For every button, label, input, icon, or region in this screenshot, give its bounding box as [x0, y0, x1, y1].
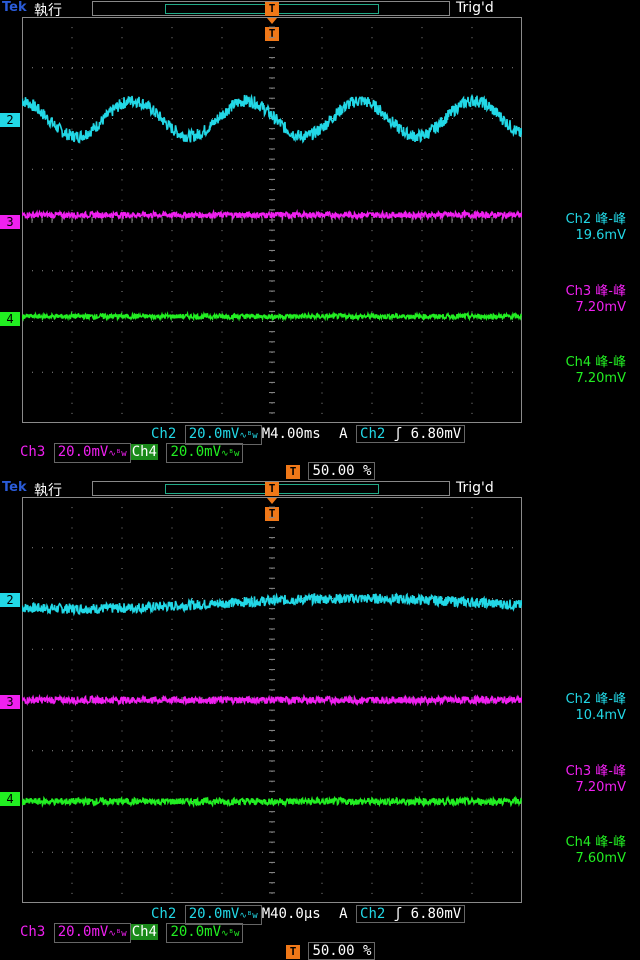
scope-screen-2: Tek 執行 Trig'd T T 2 3 4 Ch2 峰-峰 10.4mV C… [0, 480, 640, 960]
meas-ch3: Ch3 峰-峰 7.20mV [528, 764, 640, 796]
ch2-scale: 20.0mV∿ᴮw [184, 905, 262, 925]
trigger-pos-icon: T [286, 945, 300, 959]
trigger-mode: A [339, 426, 348, 442]
timebase: M4.00ms [261, 426, 321, 442]
meas-value: 7.20mV [575, 371, 626, 386]
trace-ch3 [22, 208, 522, 221]
ch2-scale: 20.0mV∿ᴮw [184, 425, 262, 445]
ch4-scale: 20.0mV∿ᴮw [166, 443, 244, 463]
trigger-source: Ch2 ʃ 6.80mV [356, 425, 466, 443]
meas-value: 10.4mV [575, 708, 626, 723]
ch3-ground-marker: 3 [0, 695, 20, 709]
trigger-position-icon: T [265, 482, 279, 496]
meas-label: Ch2 峰-峰 [565, 692, 626, 707]
trigger-source: Ch2 ʃ 6.80mV [356, 905, 466, 923]
meas-label: Ch4 峰-峰 [565, 355, 626, 370]
graticule [22, 17, 522, 423]
trace-ch2 [22, 93, 522, 145]
meas-ch3: Ch3 峰-峰 7.20mV [528, 284, 640, 316]
meas-value: 7.20mV [575, 780, 626, 795]
waveform-graticule [22, 17, 522, 423]
status-line-1: Ch2 20.0mV∿ᴮw M4.00ms A Ch2 ʃ 6.80mV [151, 425, 466, 445]
meas-label: Ch3 峰-峰 [565, 284, 626, 299]
trigger-pos-icon: T [286, 465, 300, 479]
status-line-1: Ch2 20.0mV∿ᴮw M40.0µs A Ch2 ʃ 6.80mV [151, 905, 466, 925]
ch2-ground-marker: 2 [0, 593, 20, 607]
trigger-status: Trig'd [456, 480, 494, 496]
brand-logo: Tek [2, 0, 27, 15]
trigger-status: Trig'd [456, 0, 494, 16]
trigger-mode: A [339, 906, 348, 922]
ch4-ground-marker: 4 [0, 312, 20, 326]
trace-ch2 [22, 592, 522, 617]
ch2-label: Ch2 [151, 426, 177, 442]
waveform-graticule [22, 497, 522, 903]
ch2-ground-marker: 2 [0, 113, 20, 127]
ch3-ground-marker: 3 [0, 215, 20, 229]
trace-ch4 [22, 795, 522, 809]
ch3-scale: 20.0mV∿ᴮw [53, 923, 131, 943]
meas-label: Ch3 峰-峰 [565, 764, 626, 779]
meas-value: 19.6mV [575, 228, 626, 243]
trace-ch4 [22, 310, 522, 323]
ch4-label: Ch4 [130, 924, 158, 940]
status-line-3: T 50.00 % [286, 462, 376, 480]
status-line-2: Ch3 20.0mV∿ᴮw Ch4 20.0mV∿ᴮw [20, 443, 244, 463]
ch4-label: Ch4 [130, 444, 158, 460]
trigger-position: 50.00 % [308, 462, 376, 480]
header: Tek 執行 Trig'd [0, 480, 640, 499]
meas-label: Ch4 峰-峰 [565, 835, 626, 850]
meas-value: 7.20mV [575, 300, 626, 315]
timebase: M40.0µs [261, 906, 321, 922]
ch3-label: Ch3 [20, 924, 46, 940]
ch4-ground-marker: 4 [0, 792, 20, 806]
ch3-scale: 20.0mV∿ᴮw [53, 443, 131, 463]
header: Tek 執行 Trig'd [0, 0, 640, 19]
meas-value: 7.60mV [575, 851, 626, 866]
status-line-3: T 50.00 % [286, 942, 376, 960]
ch4-scale: 20.0mV∿ᴮw [166, 923, 244, 943]
status-line-2: Ch3 20.0mV∿ᴮw Ch4 20.0mV∿ᴮw [20, 923, 244, 943]
trigger-position: 50.00 % [308, 942, 376, 960]
scope-screen-1: Tek 執行 Trig'd T T 2 3 4 Ch2 峰-峰 19.6mV C… [0, 0, 640, 480]
brand-logo: Tek [2, 480, 27, 495]
meas-ch4: Ch4 峰-峰 7.60mV [528, 835, 640, 867]
meas-ch2: Ch2 峰-峰 19.6mV [528, 212, 640, 244]
trigger-position-icon: T [265, 2, 279, 16]
meas-ch2: Ch2 峰-峰 10.4mV [528, 692, 640, 724]
ch3-label: Ch3 [20, 444, 46, 460]
meas-ch4: Ch4 峰-峰 7.20mV [528, 355, 640, 387]
meas-label: Ch2 峰-峰 [565, 212, 626, 227]
ch2-label: Ch2 [151, 906, 177, 922]
